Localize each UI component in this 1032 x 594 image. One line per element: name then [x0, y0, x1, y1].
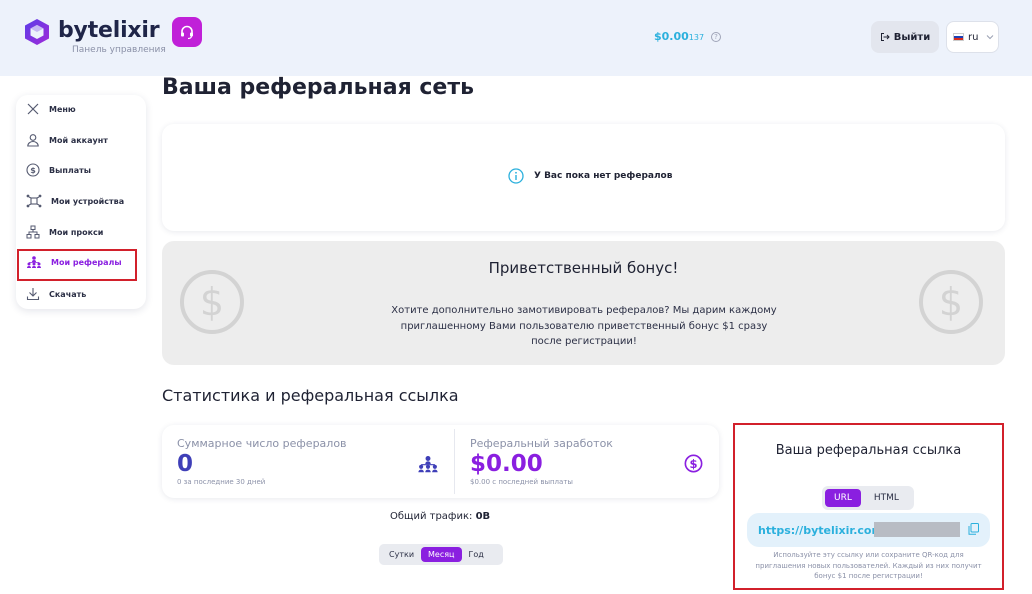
sidebar-item-label: Мои прокси	[49, 227, 104, 237]
sidebar-item-account[interactable]: Мой аккаунт	[16, 126, 146, 154]
brand-name: bytelixir	[58, 18, 160, 43]
referral-link-note: Используйте эту ссылку или сохраните QR-…	[755, 551, 982, 580]
total-traffic: Общий трафик: 0B	[390, 511, 490, 522]
user-icon	[27, 134, 39, 147]
redacted-code	[874, 522, 960, 537]
sidebar-item-label: Меню	[49, 104, 76, 114]
top-header: bytelixir Панель управления $0.00137 ? В…	[0, 0, 1032, 76]
sidebar-item-menu[interactable]: Меню	[16, 95, 146, 123]
empty-message-text: У Вас пока нет рефералов	[534, 171, 673, 181]
chevron-down-icon	[987, 35, 994, 40]
logo-hexagon-icon	[25, 19, 49, 45]
dollar-coin-icon: $	[919, 270, 983, 334]
dollar-coin-icon: $	[26, 163, 40, 177]
referral-link-card: Ваша реферальная ссылка URL HTML https:/…	[733, 423, 1004, 590]
referrals-icon	[418, 456, 438, 473]
proxy-network-icon	[26, 225, 40, 239]
page-title: Ваша реферальная сеть	[162, 75, 474, 100]
referral-link-field[interactable]: https://bytelixir.com/r/	[747, 513, 990, 547]
referrals-empty-card: У Вас пока нет рефералов	[162, 124, 1005, 231]
dollar-coin-icon: $	[180, 270, 244, 334]
language-value: ru	[968, 31, 979, 43]
support-button[interactable]	[172, 17, 202, 47]
referral-earnings-label: Реферальный заработок	[470, 437, 613, 450]
svg-text:$: $	[200, 280, 224, 324]
svg-text:$: $	[689, 457, 697, 471]
copy-icon[interactable]	[968, 523, 979, 535]
tab-html[interactable]: HTML	[865, 489, 908, 507]
empty-message: У Вас пока нет рефералов	[508, 168, 672, 184]
balance-main: $0.00	[654, 30, 689, 43]
total-referrals-label: Суммарное число рефералов	[177, 437, 347, 450]
russia-flag-icon	[953, 33, 964, 41]
sidebar-item-label: Скачать	[49, 289, 87, 299]
svg-text:$: $	[939, 280, 963, 324]
logout-label: Выйти	[893, 31, 931, 43]
referral-earnings-sub: $0.00 с последней выплаты	[470, 478, 573, 486]
tab-url[interactable]: URL	[825, 489, 861, 507]
welcome-bonus-card: $ $ Приветственный бонус! Хотите дополни…	[162, 241, 1005, 365]
info-icon	[508, 168, 524, 184]
close-icon	[27, 103, 39, 115]
referral-link-title: Ваша реферальная ссылка	[775, 443, 962, 458]
link-format-tabs: URL HTML	[822, 486, 914, 510]
logout-button[interactable]: Выйти	[871, 21, 939, 53]
sidebar-item-payouts[interactable]: $ Выплаты	[16, 156, 146, 184]
referral-stats-card: Суммарное число рефералов 0 0 за последн…	[162, 425, 719, 498]
bonus-title: Приветственный бонус!	[488, 259, 679, 277]
balance-fraction: 137	[688, 33, 705, 42]
tab-day[interactable]: Сутки	[382, 547, 421, 562]
traffic-label: Общий трафик:	[390, 511, 473, 522]
tab-year[interactable]: Год	[462, 547, 491, 562]
referral-earnings-value: $0.00	[470, 451, 543, 477]
help-icon[interactable]: ?	[711, 32, 721, 42]
total-referrals-value: 0	[177, 451, 194, 477]
sidebar-item-label: Мои устройства	[51, 196, 125, 206]
highlight-referrals-box	[17, 249, 137, 281]
dollar-coin-icon: $	[684, 454, 703, 473]
total-referrals-sub: 0 за последние 30 дней	[177, 478, 266, 486]
stats-divider	[454, 429, 455, 494]
sidebar-item-proxies[interactable]: Мои прокси	[16, 218, 146, 246]
download-icon	[26, 288, 40, 301]
logout-icon	[880, 33, 890, 41]
period-tabs: Сутки Месяц Год	[379, 544, 503, 565]
tab-month[interactable]: Месяц	[421, 547, 462, 562]
language-select[interactable]: ru	[946, 21, 999, 53]
sidebar-item-download[interactable]: Скачать	[16, 280, 146, 308]
traffic-value: 0B	[475, 511, 491, 522]
bonus-text: Хотите дополнительно замотивировать рефе…	[391, 305, 777, 347]
sidebar-item-label: Выплаты	[49, 165, 91, 175]
headset-icon	[181, 25, 193, 40]
stats-section-title: Статистика и реферальная ссылка	[162, 386, 459, 405]
brand-subtitle: Панель управления	[72, 45, 166, 55]
sidebar-item-label: Мой аккаунт	[49, 135, 108, 145]
balance-display: $0.00137	[654, 30, 704, 43]
svg-text:$: $	[30, 166, 36, 175]
sidebar-item-devices[interactable]: Мои устройства	[16, 187, 146, 215]
devices-icon	[26, 194, 42, 208]
